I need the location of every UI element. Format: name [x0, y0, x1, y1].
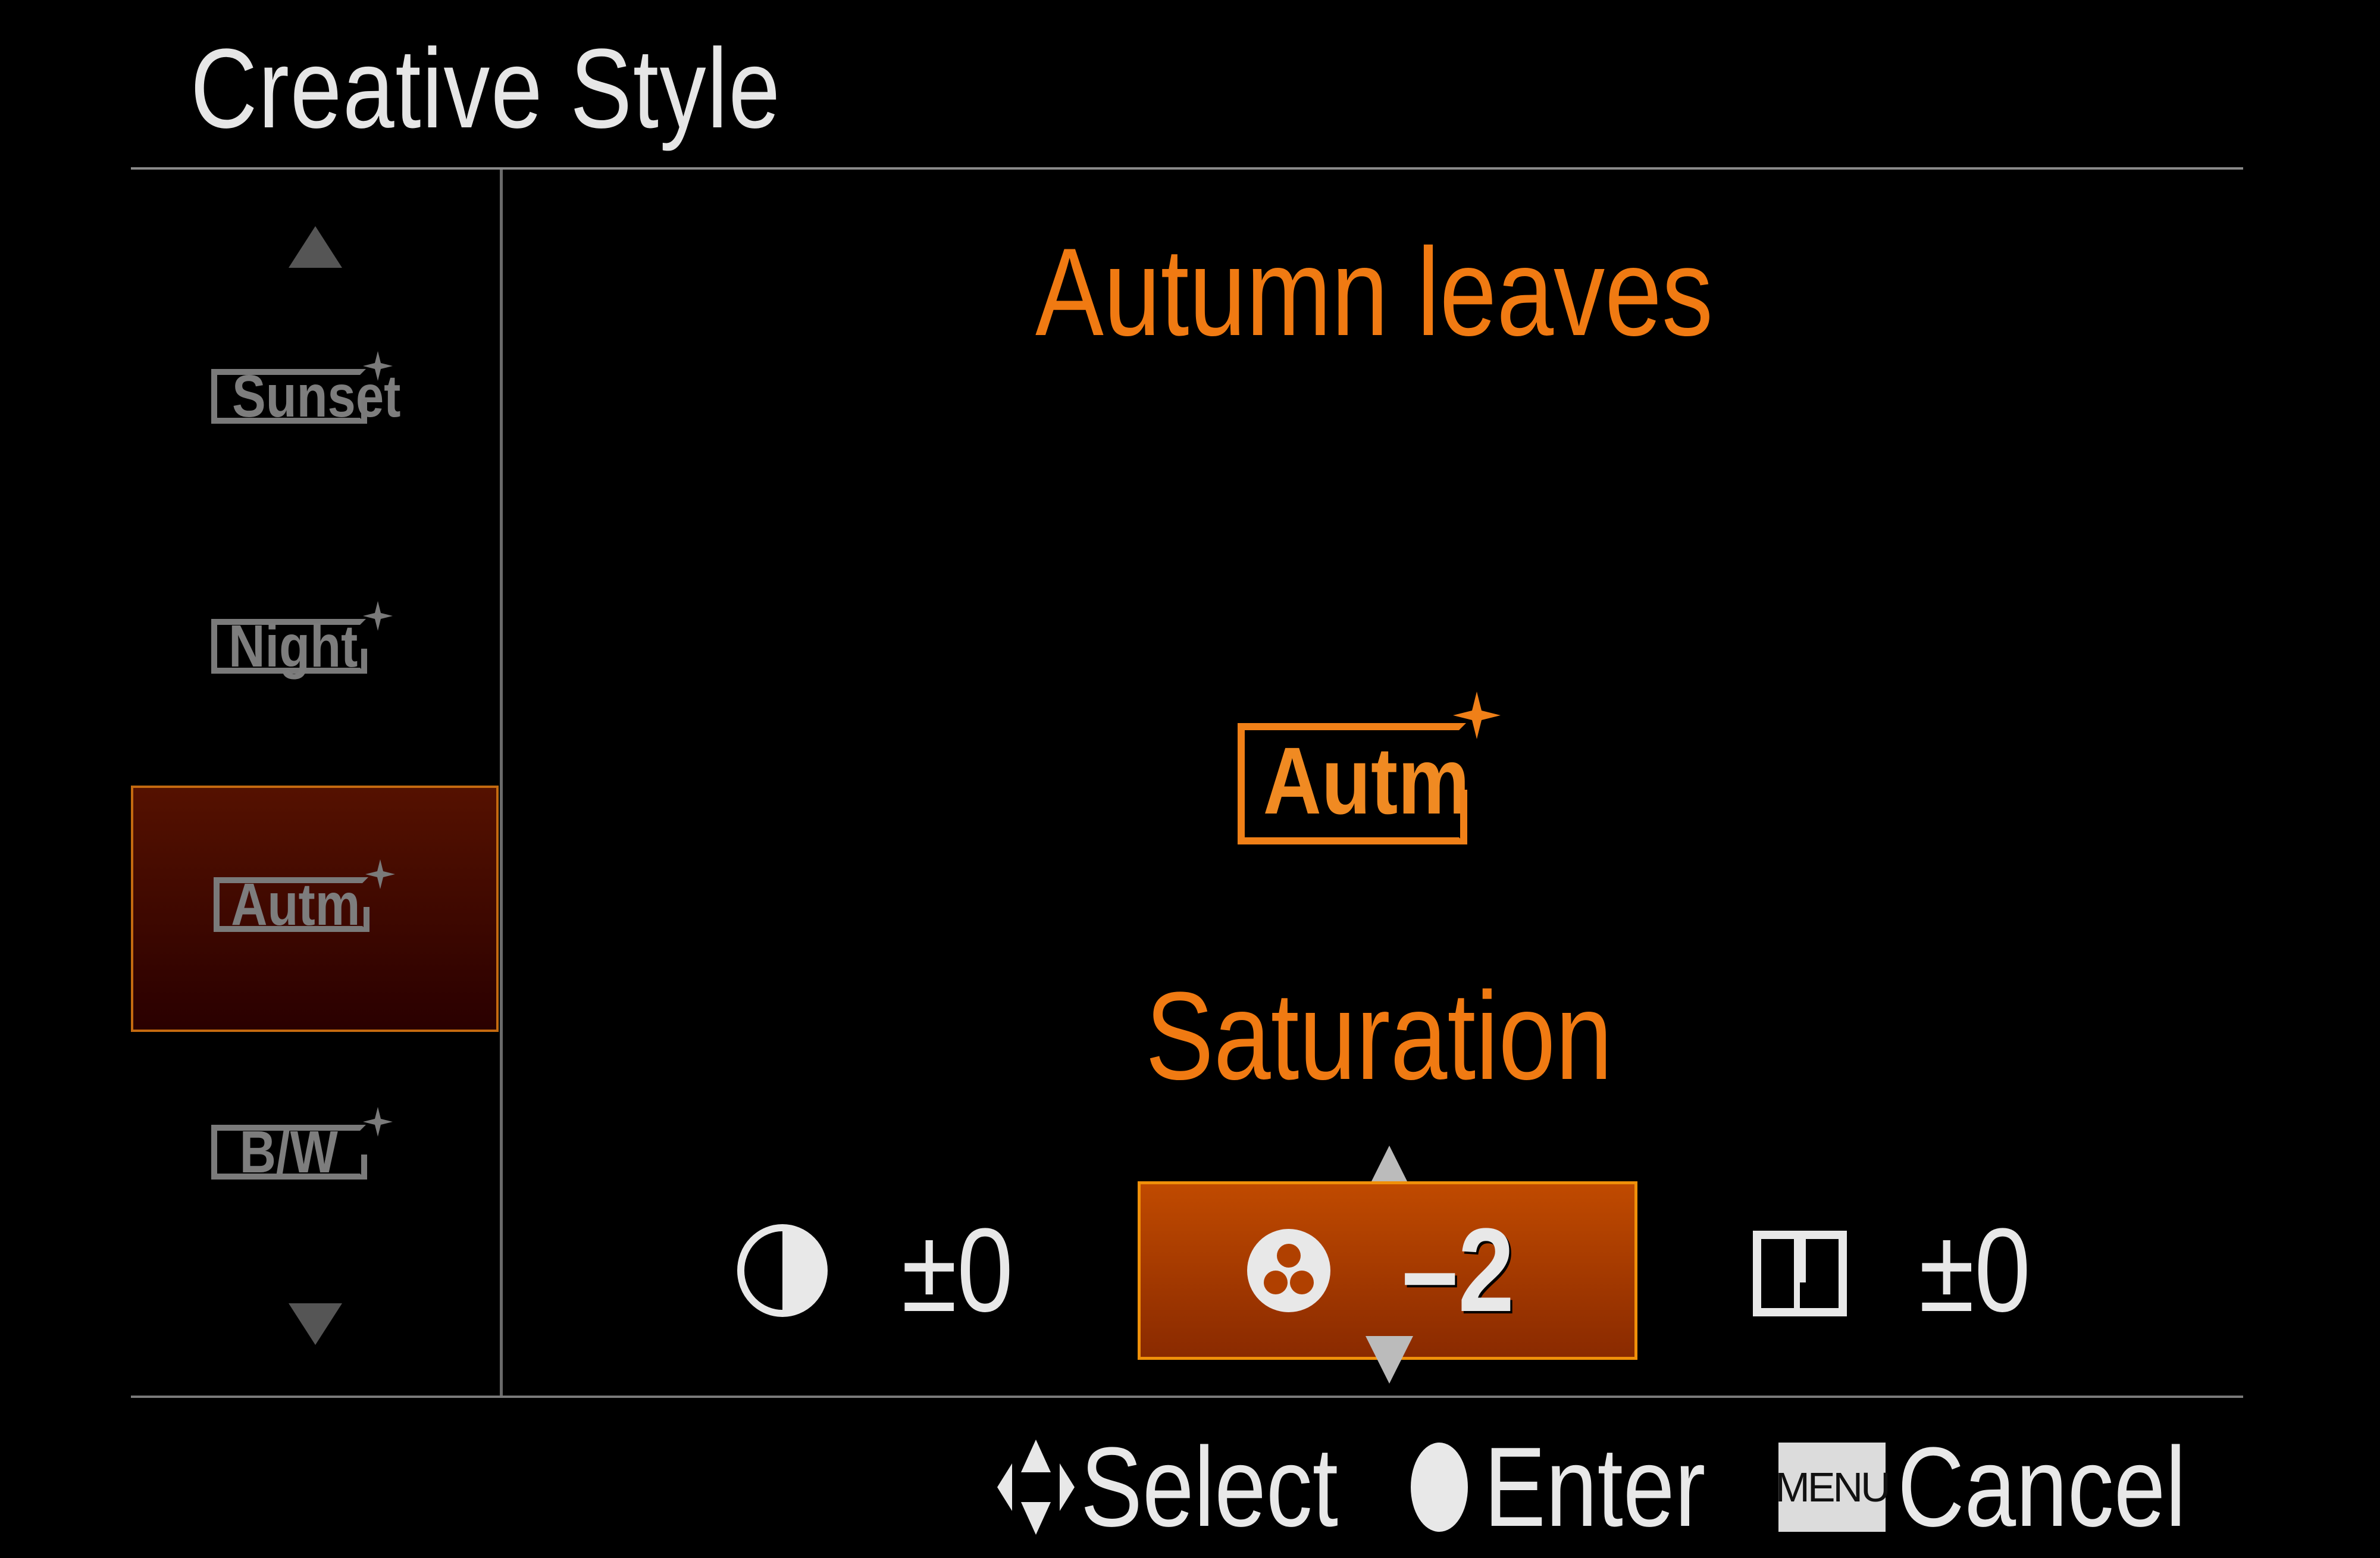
- style-name: Autumn leaves: [1035, 222, 1714, 362]
- style-badge: B/W: [211, 1107, 393, 1182]
- direction-pad-icon: [997, 1440, 1075, 1535]
- cancel-hint[interactable]: Cancel: [1897, 1422, 2186, 1552]
- sparkle-icon: [1453, 692, 1501, 739]
- style-preview-badge: Autm: [1238, 692, 1501, 844]
- sharpness-setting[interactable]: ±0: [1752, 1184, 2050, 1357]
- scroll-up-icon[interactable]: [286, 223, 345, 271]
- divider-vertical: [500, 170, 503, 1396]
- sidebar-item-sunset[interactable]: Sunset: [131, 280, 499, 526]
- menu-key-icon: MENU: [1775, 1443, 1891, 1532]
- style-badge: Autm: [214, 859, 395, 934]
- sidebar-item-night[interactable]: Night: [131, 530, 499, 776]
- sidebar-item-autumn[interactable]: Autm: [131, 786, 499, 1032]
- footer-hints: Select Enter MENU Cancel: [997, 1422, 2225, 1552]
- select-hint: Select: [1081, 1424, 1339, 1550]
- sparkle-icon: [363, 601, 393, 631]
- contrast-setting[interactable]: ±0: [735, 1184, 1033, 1357]
- scroll-down-icon[interactable]: [286, 1300, 345, 1348]
- sidebar-item-bw[interactable]: B/W: [131, 1035, 499, 1282]
- style-badge: Sunset: [211, 351, 400, 426]
- value-down-icon[interactable]: [1363, 1333, 1416, 1387]
- sparkle-icon: [363, 1107, 393, 1137]
- style-badge: Night: [211, 601, 393, 676]
- parameter-title: Saturation: [1145, 966, 1612, 1106]
- saturation-icon: [1247, 1229, 1330, 1312]
- divider-top: [131, 167, 2243, 170]
- enter-button-icon: [1411, 1443, 1468, 1532]
- divider-bottom: [131, 1396, 2243, 1398]
- sparkle-icon: [365, 859, 395, 889]
- sharpness-icon: [1753, 1231, 1847, 1316]
- enter-hint: Enter: [1484, 1424, 1706, 1550]
- contrast-icon: [737, 1224, 828, 1317]
- sparkle-icon: [363, 351, 393, 381]
- page-title: Creative Style: [190, 26, 781, 152]
